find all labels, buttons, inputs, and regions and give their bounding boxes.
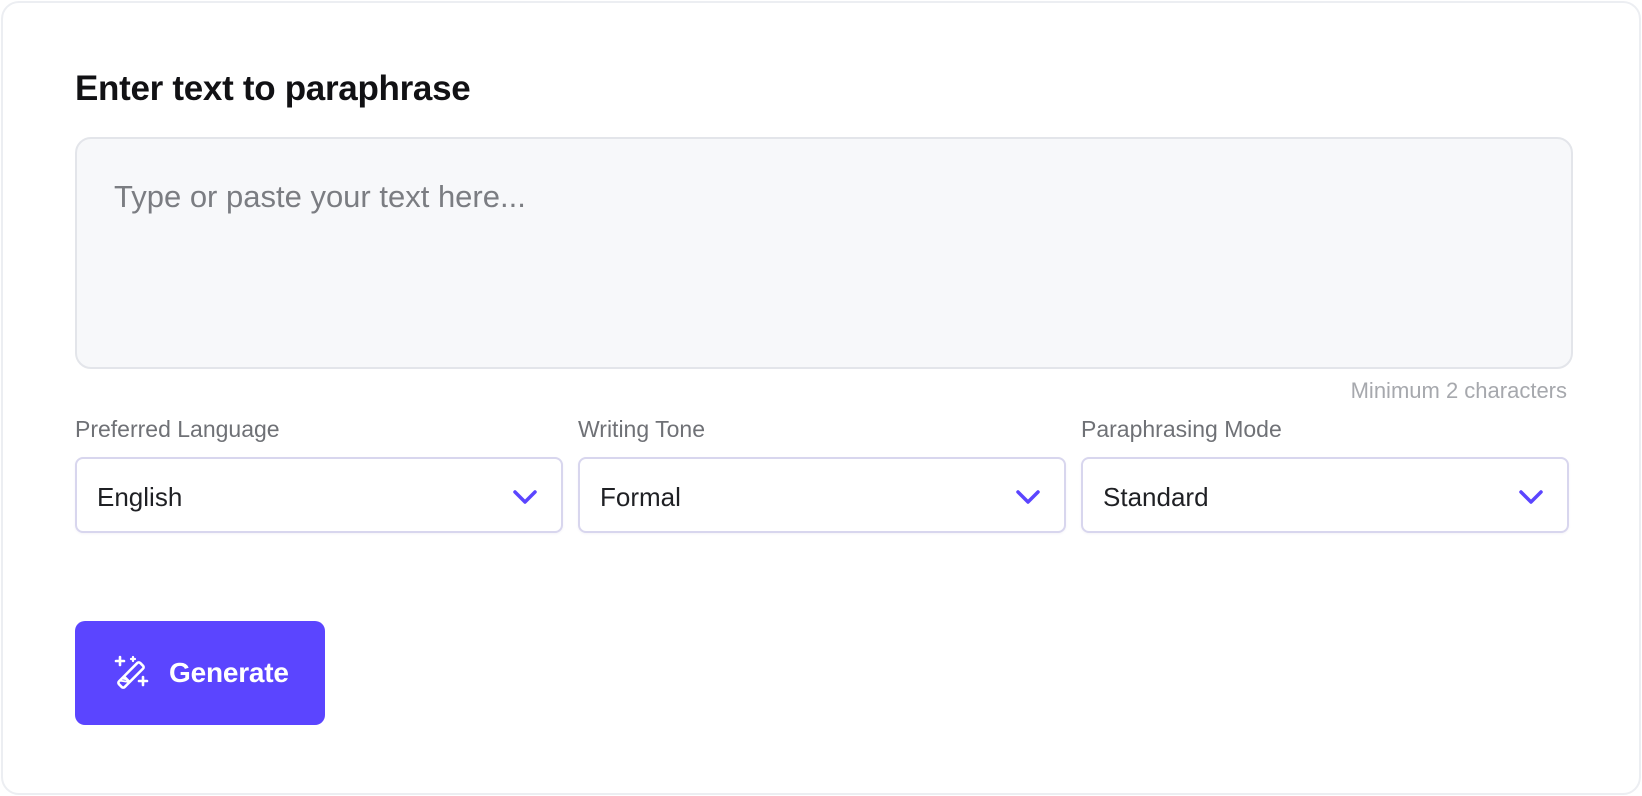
language-select[interactable]: English bbox=[75, 457, 563, 533]
tone-label: Writing Tone bbox=[578, 416, 705, 442]
mode-label: Paraphrasing Mode bbox=[1081, 416, 1282, 442]
chevron-down-icon bbox=[1519, 490, 1543, 504]
language-label: Preferred Language bbox=[75, 416, 280, 442]
chevron-down-icon bbox=[1016, 490, 1040, 504]
page-title: Enter text to paraphrase bbox=[75, 69, 471, 108]
tone-select[interactable]: Formal bbox=[578, 457, 1066, 533]
language-value: English bbox=[97, 482, 183, 512]
chevron-down-icon bbox=[513, 490, 537, 504]
mode-select[interactable]: Standard bbox=[1081, 457, 1569, 533]
magic-wand-icon bbox=[114, 655, 149, 689]
generate-button[interactable]: Generate bbox=[75, 621, 325, 725]
mode-value: Standard bbox=[1103, 482, 1209, 512]
min-length-hint: Minimum 2 characters bbox=[1350, 378, 1567, 403]
generate-label: Generate bbox=[169, 657, 289, 688]
paraphrase-card: Enter text to paraphrase Minimum 2 chara… bbox=[1, 1, 1641, 795]
tone-value: Formal bbox=[600, 482, 681, 512]
text-input[interactable] bbox=[75, 137, 1573, 369]
